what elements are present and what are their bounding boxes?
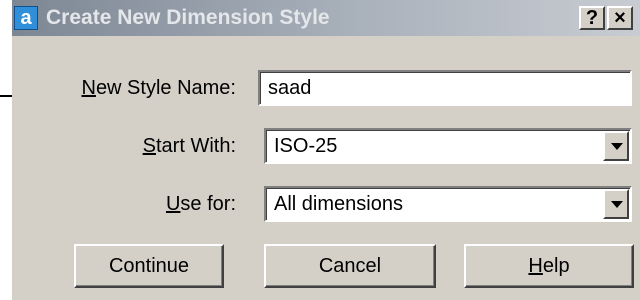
title-bar[interactable]: a Create New Dimension Style ? ×	[12, 0, 640, 36]
chevron-down-icon[interactable]	[603, 131, 629, 161]
continue-button[interactable]: Continue	[74, 244, 224, 288]
close-button[interactable]: ×	[607, 6, 633, 30]
cancel-button[interactable]: Cancel	[264, 244, 436, 288]
new-style-name-label: New Style Name:	[81, 77, 236, 99]
chevron-down-icon[interactable]	[603, 189, 629, 219]
help-question-button[interactable]: ?	[579, 6, 605, 30]
new-style-name-input[interactable]: saad	[258, 70, 632, 106]
start-with-label: Start With:	[142, 135, 236, 157]
use-for-label: Use for:	[165, 193, 236, 215]
help-button[interactable]: Help	[464, 244, 634, 288]
autocad-app-icon[interactable]: a	[14, 6, 38, 30]
use-for-value: All dimensions	[274, 193, 403, 215]
dialog-title: Create New Dimension Style	[46, 6, 330, 29]
use-for-dropdown[interactable]: All dimensions	[264, 186, 632, 222]
create-new-dimension-style-dialog: a Create New Dimension Style ? × New Sty…	[12, 0, 640, 300]
start-with-dropdown[interactable]: ISO-25	[264, 128, 632, 164]
start-with-value: ISO-25	[274, 135, 338, 157]
